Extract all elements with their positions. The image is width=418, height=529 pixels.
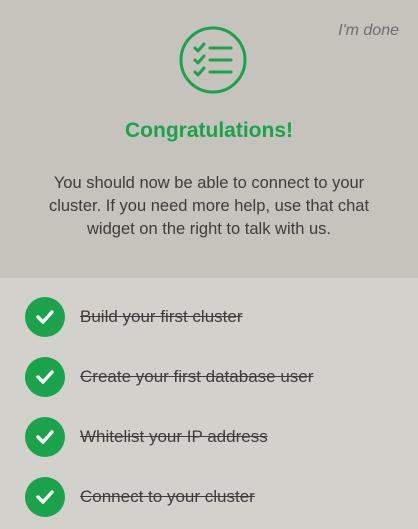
congrats-title: Congratulations! [125,119,293,142]
check-circle-icon [25,297,65,337]
congrats-header: I'm done Congratulations! You should now… [0,0,418,278]
steps-list: Build your first cluster Create your fir… [0,278,418,529]
check-circle-icon [25,357,65,397]
onboarding-panel: I'm done Congratulations! You should now… [0,0,418,529]
step-label: Connect to your cluster [80,487,255,506]
list-item-create-db-user: Create your first database user [25,357,313,397]
help-message: You should now be able to connect to you… [48,174,370,238]
list-item-build-cluster: Build your first cluster [25,297,243,337]
check-circle-icon [25,417,65,457]
list-item-connect-cluster: Connect to your cluster [25,477,255,517]
step-label: Build your first cluster [80,307,243,326]
check-circle-icon [25,477,65,517]
list-item-whitelist-ip: Whitelist your IP address [25,417,268,457]
step-label: Whitelist your IP address [80,427,268,446]
checklist-icon [178,25,248,95]
done-link[interactable]: I'm done [338,22,399,40]
step-label: Create your first database user [80,367,314,386]
